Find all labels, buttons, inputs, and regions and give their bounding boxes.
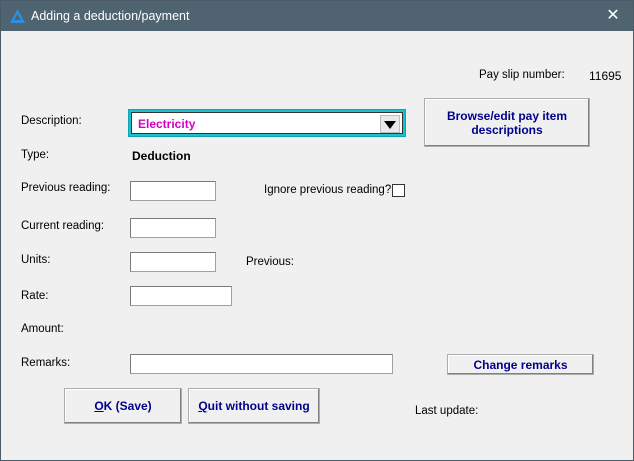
previous-reading-label: Previous reading: [21,182,111,194]
dropdown-arrow-icon[interactable] [380,115,400,133]
units-label: Units: [21,254,51,266]
rate-input[interactable] [130,286,232,306]
quit-accelerator: Q [198,399,208,413]
description-label: Description: [21,115,82,127]
type-label: Type: [21,149,50,161]
current-reading-input[interactable] [130,218,216,238]
current-reading-label: Current reading: [21,220,105,232]
app-logo-icon [10,9,25,26]
type-value: Deduction [132,149,191,163]
amount-label: Amount: [21,323,64,335]
browse-edit-descriptions-button[interactable]: Browse/edit pay item descriptions [424,98,590,147]
browse-button-line2: descriptions [471,122,543,137]
dialog-window: Adding a deduction/payment ✕ Pay slip nu… [0,0,634,461]
remarks-label: Remarks: [21,357,71,369]
ignore-previous-checkbox[interactable] [392,184,405,197]
previous-reading-input[interactable] [130,181,216,201]
payslip-label: Pay slip number: [479,69,565,81]
units-previous-label: Previous: [246,256,294,268]
ok-accelerator: O [94,399,104,413]
ok-label: K (Save) [103,399,152,413]
ok-save-button[interactable]: OK (Save) [64,388,182,424]
title-bar: Adding a deduction/payment ✕ [1,1,633,31]
quit-label: uit without saving [207,399,310,413]
last-update-label: Last update: [415,405,479,417]
rate-label: Rate: [21,290,49,302]
ignore-previous-label: Ignore previous reading? [264,184,392,196]
description-dropdown[interactable]: Electricity [128,109,406,137]
window-title: Adding a deduction/payment [31,9,190,23]
units-input[interactable] [130,252,216,272]
quit-without-saving-button[interactable]: Quit without saving [188,388,320,424]
payslip-number: 11695 [589,69,622,83]
description-selected: Electricity [138,117,196,131]
change-remarks-button[interactable]: Change remarks [447,354,594,375]
close-icon[interactable]: ✕ [593,1,633,31]
remarks-input[interactable] [130,354,393,374]
browse-button-line1: Browse/edit pay item [446,108,568,123]
